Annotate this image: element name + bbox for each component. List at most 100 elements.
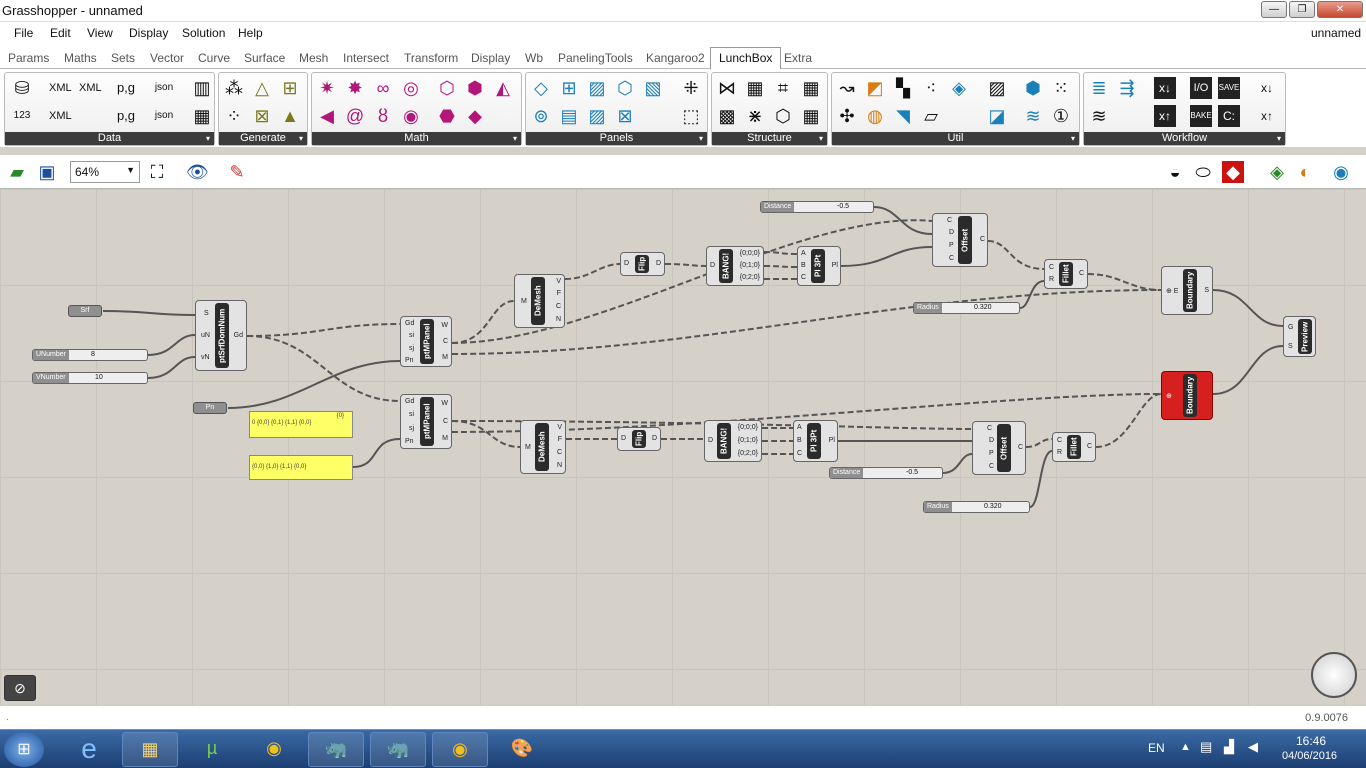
tab-params[interactable]: Params	[8, 51, 49, 65]
pl3pt-component-1[interactable]: A B C Pl Pl 3Pt	[797, 246, 841, 286]
import-x-icon[interactable]: x↓	[1256, 77, 1278, 99]
tab-panelingtools[interactable]: PanelingTools	[558, 51, 633, 65]
layer-stack-icon[interactable]: ≣	[1088, 77, 1110, 99]
counter-icon[interactable]: ①	[1050, 105, 1072, 127]
torus-icon[interactable]: ◎	[400, 77, 422, 99]
cross-panel-icon[interactable]: ⊠	[614, 105, 636, 127]
triangle-icon[interactable]: △	[251, 77, 273, 99]
plane-icon[interactable]: ◥	[892, 105, 914, 127]
srf-param[interactable]: Srf	[68, 305, 102, 317]
panel-label-panels[interactable]: Panels	[526, 132, 707, 145]
split-icon[interactable]: ◪	[986, 105, 1008, 127]
sketch-toggle-icon[interactable]: ⊘	[4, 675, 36, 701]
bake-icon[interactable]: BAKE	[1190, 105, 1212, 127]
space-frame-icon[interactable]: ▦	[744, 77, 766, 99]
layer-icon[interactable]: ≋	[1088, 105, 1110, 127]
tab-wb[interactable]: Wb	[525, 51, 543, 65]
circle-panel-icon[interactable]: ⊚	[530, 105, 552, 127]
hatch-panel-icon[interactable]: ▨	[586, 77, 608, 99]
flat-icon[interactable]: ⏥	[920, 105, 942, 127]
tab-maths[interactable]: Maths	[64, 51, 97, 65]
demesh-component-1[interactable]: MVFCN DeMesh	[514, 274, 565, 328]
preview-component[interactable]: GS Preview	[1283, 316, 1316, 357]
panel-label-data[interactable]: Data	[5, 132, 214, 145]
demesh-component-2[interactable]: MVFCN DeMesh	[520, 420, 566, 474]
signal-icon[interactable]: ▟	[1224, 739, 1234, 755]
frame-icon[interactable]: ⌗	[772, 77, 794, 99]
save-icon[interactable]: SAVE	[1218, 77, 1240, 99]
shatter-icon[interactable]: ✣	[836, 105, 858, 127]
export-x-icon[interactable]: x↓	[1154, 77, 1176, 99]
structure-1-icon[interactable]: ▦	[800, 77, 822, 99]
database-icon[interactable]: ⛁	[11, 77, 33, 99]
flip-component-2[interactable]: DD Flip	[617, 427, 661, 451]
tab-transform[interactable]: Transform	[404, 51, 458, 65]
wave-icon[interactable]: ≋	[1022, 105, 1044, 127]
icosahedron-icon[interactable]: ⬣	[436, 105, 458, 127]
clock-time[interactable]: 16:46	[1296, 734, 1326, 748]
menu-edit[interactable]: Edit	[50, 26, 71, 40]
stagger-panel-icon[interactable]: ▧	[642, 77, 664, 99]
import-up-icon[interactable]: x↑	[1256, 105, 1278, 127]
tab-mesh[interactable]: Mesh	[299, 51, 328, 65]
selected-preview-icon[interactable]: ◆	[1222, 161, 1244, 183]
hatch-icon[interactable]: ▨	[986, 77, 1008, 99]
pn-param[interactable]: Pn	[193, 402, 227, 414]
sphere-icon[interactable]: ◍	[864, 105, 886, 127]
panel-label-math[interactable]: Math	[312, 132, 521, 145]
radius-slider-1[interactable]: Radius 0.320	[913, 302, 1020, 314]
network-icon[interactable]: ⁂	[223, 77, 245, 99]
xml-read-icon[interactable]: XML	[49, 77, 72, 99]
maximize-button[interactable]: ❐	[1289, 1, 1315, 18]
navigation-compass-icon[interactable]	[1311, 652, 1357, 698]
knot-icon[interactable]: ∞	[372, 77, 394, 99]
distance-slider-1[interactable]: Distance -0.5	[760, 201, 874, 213]
start-button[interactable]: ⊞	[4, 732, 44, 767]
wireframe-preview-icon[interactable]: ◒	[1164, 161, 1186, 183]
prism-icon[interactable]: ◭	[492, 77, 514, 99]
cube-icon[interactable]: ⬡	[436, 77, 458, 99]
fillet-component-2[interactable]: CRC Fillet	[1052, 432, 1096, 462]
json-icon[interactable]: json	[153, 77, 175, 99]
hex-frame-icon[interactable]: ⬡	[772, 105, 794, 127]
xml-write-icon[interactable]: XML	[79, 77, 102, 99]
pg-read-icon[interactable]: p,g	[115, 77, 137, 99]
checker-icon[interactable]: ▚	[892, 77, 914, 99]
close-button[interactable]: ✕	[1317, 1, 1363, 18]
tab-display[interactable]: Display	[471, 51, 510, 65]
sketch-icon[interactable]: ✎	[226, 161, 248, 183]
document-preview-icon[interactable]: ◈	[1266, 161, 1288, 183]
quad-panel-icon[interactable]: ⊞	[558, 77, 580, 99]
distance-slider-2[interactable]: Distance -0.5	[829, 467, 943, 479]
minimize-button[interactable]: —	[1261, 1, 1287, 18]
star-icon[interactable]: ✷	[316, 77, 338, 99]
tri-panel-icon[interactable]: ▨	[586, 105, 608, 127]
tab-curve[interactable]: Curve	[198, 51, 230, 65]
bang-component-1[interactable]: D {0;0;0} {0;1;0} {0;2;0} BANG!	[706, 246, 764, 286]
vnumber-slider[interactable]: VNumber 10	[32, 372, 148, 384]
scatter-icon[interactable]: ⁖	[920, 77, 942, 99]
tri-grid-icon[interactable]: ▲	[279, 105, 301, 127]
save-file-icon[interactable]: ▣	[36, 161, 58, 183]
unumber-slider[interactable]: UNumber 8	[32, 349, 148, 361]
tab-surface[interactable]: Surface	[244, 51, 285, 65]
export-up-icon[interactable]: x↑	[1154, 105, 1176, 127]
clock-date[interactable]: 04/06/2016	[1282, 750, 1337, 762]
tab-vector[interactable]: Vector	[150, 51, 184, 65]
language-indicator[interactable]: EN	[1148, 741, 1165, 755]
open-file-icon[interactable]: ▰	[6, 161, 28, 183]
shaded-preview-icon[interactable]: ⬭	[1192, 161, 1214, 183]
bang-component-2[interactable]: D {0;0;0} {0;1;0} {0;2;0} BANG!	[704, 420, 762, 462]
menu-display[interactable]: Display	[129, 26, 168, 40]
chrome-window-icon[interactable]: ◉	[432, 732, 488, 767]
polyhedron-icon[interactable]: ⬢	[464, 77, 486, 99]
klein-icon[interactable]: ȣ	[372, 105, 394, 127]
tray-network-icon[interactable]: ▤	[1200, 739, 1212, 755]
grasshopper-canvas[interactable]: Srf UNumber 8 VNumber 10 Pn SuN vN Gd ptSrfD…	[0, 189, 1366, 705]
file-explorer-icon[interactable]: ▦	[122, 732, 178, 767]
panel-label-util[interactable]: Util	[832, 132, 1079, 145]
menu-help[interactable]: Help	[238, 26, 263, 40]
tab-kangaroo2[interactable]: Kangaroo2	[646, 51, 705, 65]
panel-label-workflow[interactable]: Workflow	[1084, 132, 1285, 145]
layers-icon[interactable]: ◩	[864, 77, 886, 99]
